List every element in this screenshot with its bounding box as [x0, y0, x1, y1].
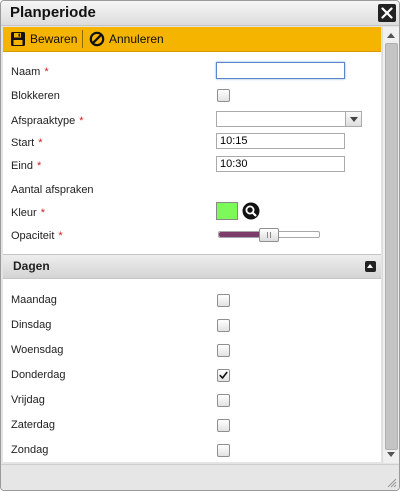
kleur-label: Kleur * [11, 207, 45, 219]
chevron-down-icon[interactable] [345, 112, 361, 126]
collapse-icon[interactable] [365, 261, 376, 272]
day-label: Dinsdag [11, 319, 52, 331]
cancel-label: Annuleren [109, 32, 164, 46]
save-icon [11, 32, 25, 46]
day-checkbox[interactable] [217, 369, 230, 382]
save-button[interactable]: Bewaren [10, 27, 82, 51]
start-label: Start * [11, 137, 43, 149]
day-checkbox[interactable] [217, 419, 230, 432]
start-input[interactable] [216, 133, 345, 149]
cancel-button[interactable]: Annuleren [89, 27, 171, 51]
day-label: Zondag [11, 444, 49, 456]
title-bar[interactable]: Planperiode [1, 1, 399, 26]
day-checkbox[interactable] [217, 344, 230, 357]
dialog-footer [1, 464, 399, 490]
day-checkbox[interactable] [217, 294, 230, 307]
magnifier-icon[interactable] [242, 202, 260, 220]
day-label: Donderdag [11, 369, 66, 381]
section-title: Dagen [13, 259, 50, 273]
eind-input[interactable] [216, 156, 345, 172]
afspraaktype-select[interactable] [216, 111, 362, 127]
close-icon [381, 7, 393, 19]
day-label: Woensdag [11, 344, 64, 356]
dialog-title: Planperiode [10, 4, 96, 21]
toolbar: Bewaren Annuleren [3, 27, 381, 52]
blokkeren-label: Blokkeren [11, 90, 60, 102]
day-label: Maandag [11, 294, 57, 306]
toolbar-divider [82, 30, 83, 48]
scroll-down-arrow[interactable] [387, 452, 395, 457]
dagen-section-header[interactable]: Dagen [3, 254, 381, 279]
opaciteit-label: Opaciteit * [11, 230, 63, 242]
scroll-up-arrow[interactable] [387, 33, 395, 38]
naam-input[interactable] [216, 62, 345, 79]
close-button[interactable] [378, 4, 396, 22]
planperiode-dialog: Planperiode Bewaren Annuleren Naam * Blo… [0, 0, 400, 491]
resize-grip-icon[interactable] [387, 478, 397, 488]
cancel-icon [89, 31, 105, 47]
scrollbar[interactable] [382, 27, 399, 463]
naam-label: Naam * [11, 66, 49, 78]
day-label: Vrijdag [11, 394, 45, 406]
blokkeren-checkbox[interactable] [217, 89, 230, 102]
slider-handle[interactable] [259, 228, 279, 242]
day-label: Zaterdag [11, 419, 56, 431]
save-label: Bewaren [30, 32, 78, 46]
aantal-afspraken-label: Aantal afspraken [11, 184, 94, 196]
checkmark-icon [219, 371, 228, 379]
color-swatch[interactable] [216, 202, 238, 220]
day-checkbox[interactable] [217, 319, 230, 332]
afspraaktype-label: Afspraaktype * [11, 115, 84, 127]
day-checkbox[interactable] [217, 444, 230, 457]
eind-label: Eind * [11, 160, 42, 172]
day-checkbox[interactable] [217, 394, 230, 407]
scroll-thumb[interactable] [385, 43, 398, 450]
